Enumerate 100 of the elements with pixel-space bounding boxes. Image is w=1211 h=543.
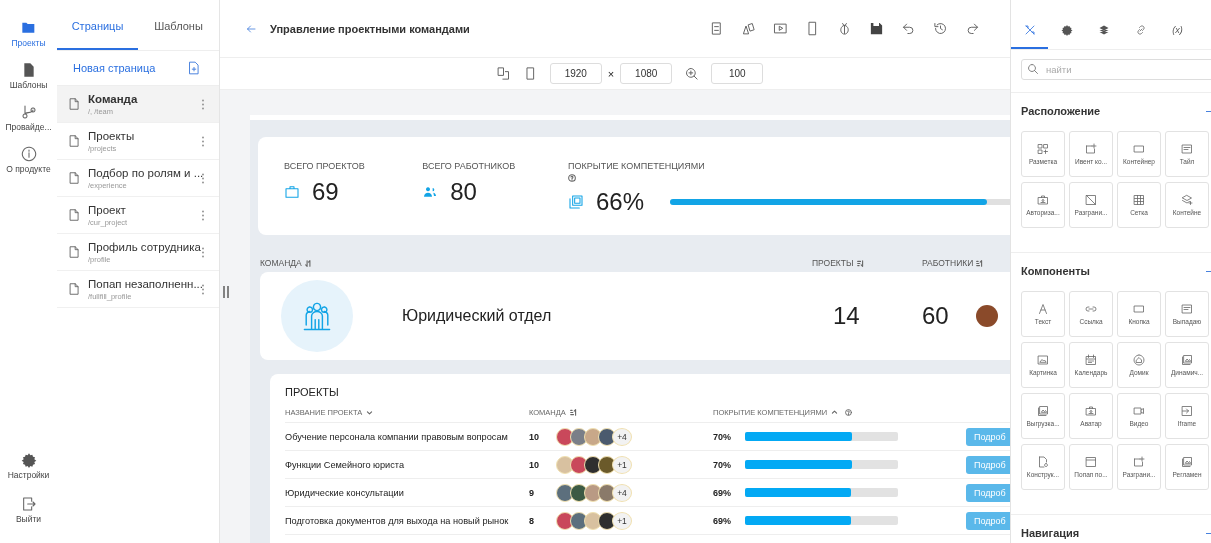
project-name: Подготовка документов для выхода на новый рынок <box>285 515 510 526</box>
calendar-icon <box>1085 354 1097 366</box>
avatar-placeholder <box>556 455 574 474</box>
rail-item[interactable]: О продукте <box>0 146 57 188</box>
zoom-in-icon[interactable] <box>684 66 700 81</box>
page-icon <box>67 97 81 111</box>
project-name: Юридические консультации <box>285 487 405 498</box>
stat-label: ПОКРЫТИЕ КОМПЕТЕНЦИЯМИ <box>567 161 706 171</box>
avatar-placeholder <box>584 483 602 502</box>
project-name: Функции Семейного юриста <box>285 459 405 470</box>
gallery-icon <box>1181 456 1193 468</box>
rail-item[interactable]: Провайде... <box>0 104 57 146</box>
page-icon <box>67 171 81 185</box>
sort-icon <box>856 259 864 267</box>
team-card[interactable]: Юридический отдел 14 60 <box>260 272 1010 360</box>
settings-icon <box>1060 23 1073 36</box>
rotate-icon[interactable] <box>495 66 511 81</box>
rail-item[interactable]: Выйти <box>0 496 57 540</box>
play-icon[interactable] <box>773 21 788 36</box>
stat-value: 80 <box>450 178 477 206</box>
add-box-icon <box>1085 143 1097 155</box>
rail-item[interactable]: Проекты <box>0 20 57 62</box>
new-page-link[interactable]: Новая страница <box>73 62 156 74</box>
column-header[interactable]: КОМАНДА <box>260 258 812 268</box>
avatar-placeholder <box>570 511 588 530</box>
avatar-placeholder <box>556 427 574 446</box>
section-title: ПРОЕКТЫ <box>285 386 340 398</box>
avatar-placeholder <box>598 511 616 530</box>
page-name: Команда <box>88 92 139 105</box>
link-icon <box>1134 23 1147 36</box>
undo-icon[interactable] <box>901 21 916 36</box>
layers-icon <box>1097 23 1110 36</box>
avatar-placeholder <box>570 483 588 502</box>
collapse-icon[interactable] <box>1206 531 1211 535</box>
panel-tab[interactable]: Страницы <box>57 0 138 50</box>
exit-icon <box>20 496 37 512</box>
save-icon[interactable] <box>869 21 884 36</box>
grid-icon <box>1133 194 1145 206</box>
rail-item[interactable]: Настройки <box>0 452 57 496</box>
team-size: 8 <box>529 515 535 526</box>
page-icon <box>67 134 81 148</box>
collapse-icon[interactable] <box>1206 109 1211 113</box>
project-count: 14 <box>832 302 861 330</box>
window-icon <box>1085 456 1097 468</box>
letter-icon <box>1037 303 1049 315</box>
avatar-placeholder <box>598 455 616 474</box>
avatar-placeholder <box>584 511 602 530</box>
search-field[interactable]: найти <box>1021 59 1211 80</box>
zoom-field[interactable]: 100 <box>711 63 764 84</box>
avatar-placeholder <box>584 455 602 474</box>
page-title: Управление проектными командами <box>270 22 470 35</box>
page-name: Попап незаполненн... <box>88 277 201 290</box>
team-name: Юридический отдел <box>402 307 553 325</box>
id-badge-icon <box>1085 405 1097 417</box>
shapes-icon[interactable] <box>741 21 756 36</box>
tools-icon <box>1023 23 1036 36</box>
avatar-placeholder <box>570 427 588 446</box>
grid-plus-icon <box>1037 143 1049 155</box>
more-avatars-badge[interactable]: +4 <box>612 483 632 502</box>
panel-tab[interactable]: Шаблоны <box>138 0 219 50</box>
gallery-icon <box>1037 405 1049 417</box>
history-icon[interactable] <box>933 21 948 36</box>
coverage-value: 69% <box>713 487 732 498</box>
column-header[interactable]: РАБОТНИКИ <box>922 258 984 268</box>
help-icon[interactable] <box>845 408 853 416</box>
more-avatars-badge[interactable]: +1 <box>612 455 632 474</box>
project-name: Обучение персонала компании правовым вопросам <box>285 431 509 442</box>
more-avatars-badge[interactable]: +4 <box>612 427 632 446</box>
redo-icon[interactable] <box>965 21 980 36</box>
coverage-value: 70% <box>713 459 732 470</box>
more-avatars-badge[interactable]: +1 <box>612 511 632 530</box>
layout-icon[interactable] <box>709 21 724 36</box>
collapse-icon[interactable] <box>1206 269 1211 273</box>
link-icon <box>1085 303 1097 315</box>
bug-icon[interactable] <box>837 21 852 36</box>
card-icon <box>1181 143 1193 155</box>
column-header[interactable]: ПРОЕКТЫ <box>812 258 922 268</box>
home-icon <box>1133 354 1145 366</box>
height-field[interactable]: 1080 <box>620 63 673 84</box>
settings-icon <box>20 452 37 468</box>
back-arrow-icon[interactable] <box>245 22 257 35</box>
avatar-placeholder <box>598 427 616 446</box>
rail-item[interactable]: Шаблоны <box>0 62 57 104</box>
people-icon <box>422 184 439 200</box>
section-title: Компоненты <box>1021 265 1090 277</box>
panel-tab[interactable]: (x) <box>1159 12 1196 49</box>
briefcase-icon <box>284 184 300 200</box>
page-icon <box>67 282 81 296</box>
width-field[interactable]: 1920 <box>549 63 602 84</box>
page-icon <box>67 208 81 222</box>
add-file-icon[interactable] <box>187 61 201 75</box>
section-title: Навигация <box>1021 527 1080 539</box>
info-icon <box>20 146 37 162</box>
avatar-placeholder <box>584 427 602 446</box>
resize-handle-icon[interactable] <box>223 286 229 298</box>
gallery-icon <box>1181 354 1193 366</box>
rectangle-icon <box>1133 143 1145 155</box>
help-icon[interactable] <box>567 174 576 182</box>
section-title: Расположение <box>1021 105 1101 117</box>
add-box-icon <box>1133 456 1145 468</box>
